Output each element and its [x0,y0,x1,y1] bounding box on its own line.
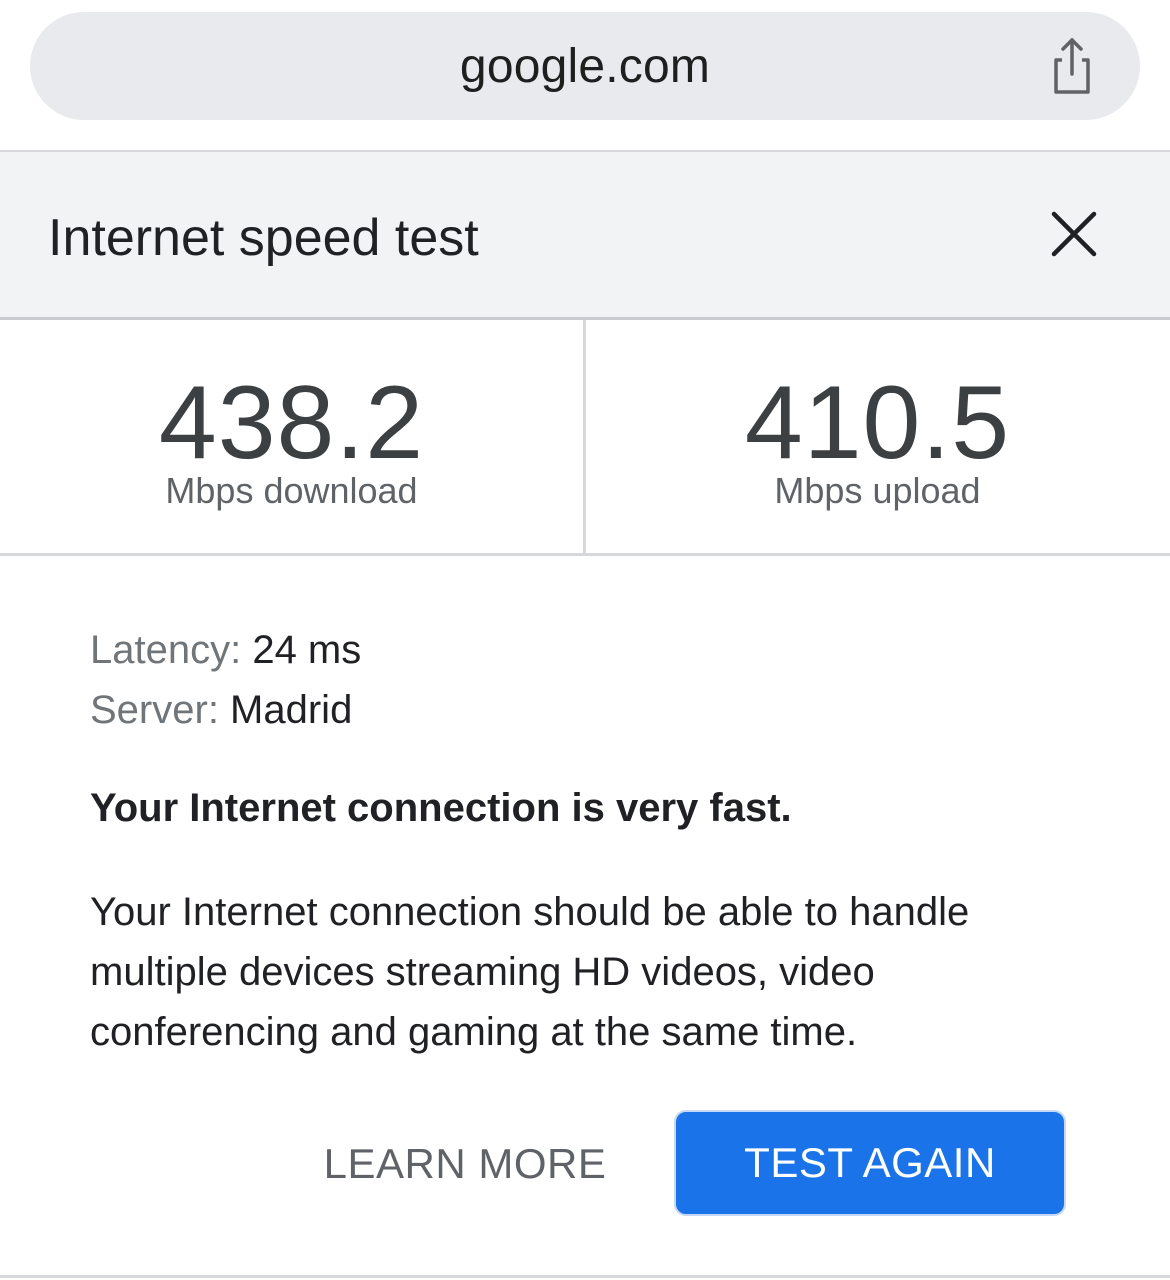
upload-metric: 410.5 Mbps upload [586,320,1169,554]
test-again-button[interactable]: TEST AGAIN [674,1110,1066,1216]
server-key: Server: [90,688,231,732]
download-metric: 438.2 Mbps download [0,320,583,554]
card-title: Internet speed test [48,209,479,267]
learn-more-button[interactable]: LEARN MORE [300,1112,630,1216]
card-header: Internet speed test [0,150,1170,320]
latency-row: Latency: 24 ms [90,620,1090,680]
address-bar[interactable]: google.com [30,12,1140,120]
server-value: Madrid [230,688,353,732]
upload-label: Mbps upload [774,470,981,511]
latency-value: 24 ms [252,628,362,672]
download-label: Mbps download [165,470,418,511]
speed-verdict: Your Internet connection is very fast. [90,786,792,830]
close-icon[interactable] [1044,204,1104,264]
browser-toolbar: google.com [0,0,1170,150]
share-icon[interactable] [1042,36,1102,96]
server-row: Server: Madrid [90,680,1090,740]
connection-details: Latency: 24 ms Server: Madrid [90,620,1090,740]
speed-description: Your Internet connection should be able … [90,890,970,1054]
download-value: 438.2 [158,365,425,481]
speed-results: 438.2 Mbps download 410.5 Mbps upload [0,320,1170,556]
bottom-divider [0,1275,1170,1278]
page: google.com Internet speed test 438.2 Mbp… [0,0,1170,1280]
latency-key: Latency: [90,628,253,672]
url-text[interactable]: google.com [460,39,710,94]
upload-value: 410.5 [744,365,1011,481]
